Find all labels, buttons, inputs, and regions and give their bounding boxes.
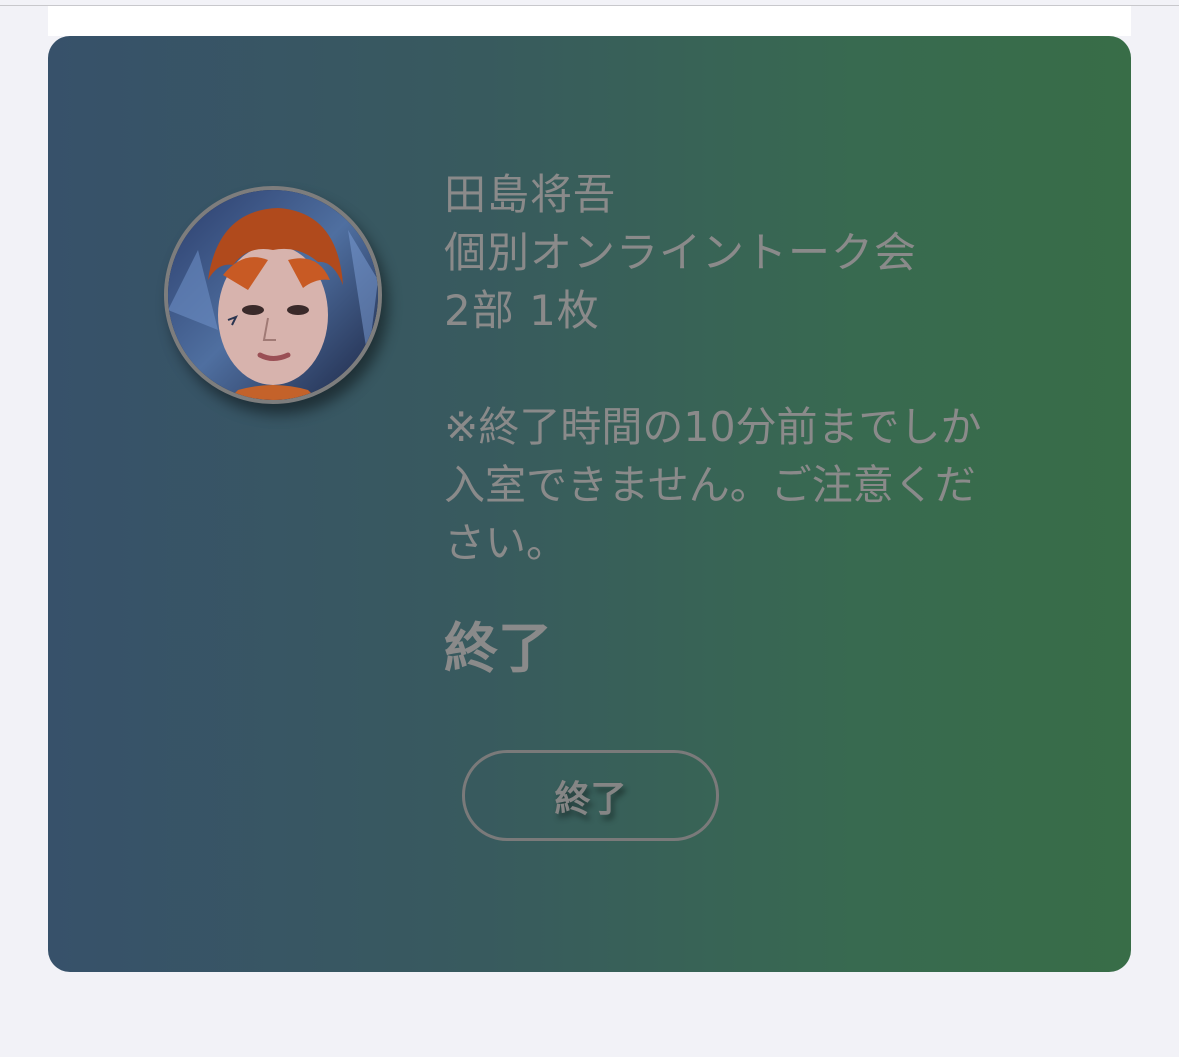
end-button[interactable]: 終了 — [462, 750, 719, 841]
ticket-card: 田島将吾 個別オンライントーク会 2部 1枚 ※終了時間の10分前までしか入室で… — [48, 36, 1131, 972]
entry-notice: ※終了時間の10分前までしか入室できません。ご注意ください。 — [444, 403, 982, 567]
event-title: 個別オンライントーク会 — [444, 228, 918, 277]
artist-avatar — [164, 186, 382, 404]
session-info: 2部 1枚 — [444, 286, 600, 335]
ticket-info: 田島将吾 個別オンライントーク会 2部 1枚 ※終了時間の10分前までしか入室で… — [444, 166, 1044, 684]
top-strip — [48, 6, 1131, 36]
end-button-label: 終了 — [554, 778, 627, 820]
artist-name: 田島将吾 — [444, 170, 617, 219]
artist-photo-icon — [168, 190, 378, 400]
status-label: 終了 — [444, 617, 552, 680]
